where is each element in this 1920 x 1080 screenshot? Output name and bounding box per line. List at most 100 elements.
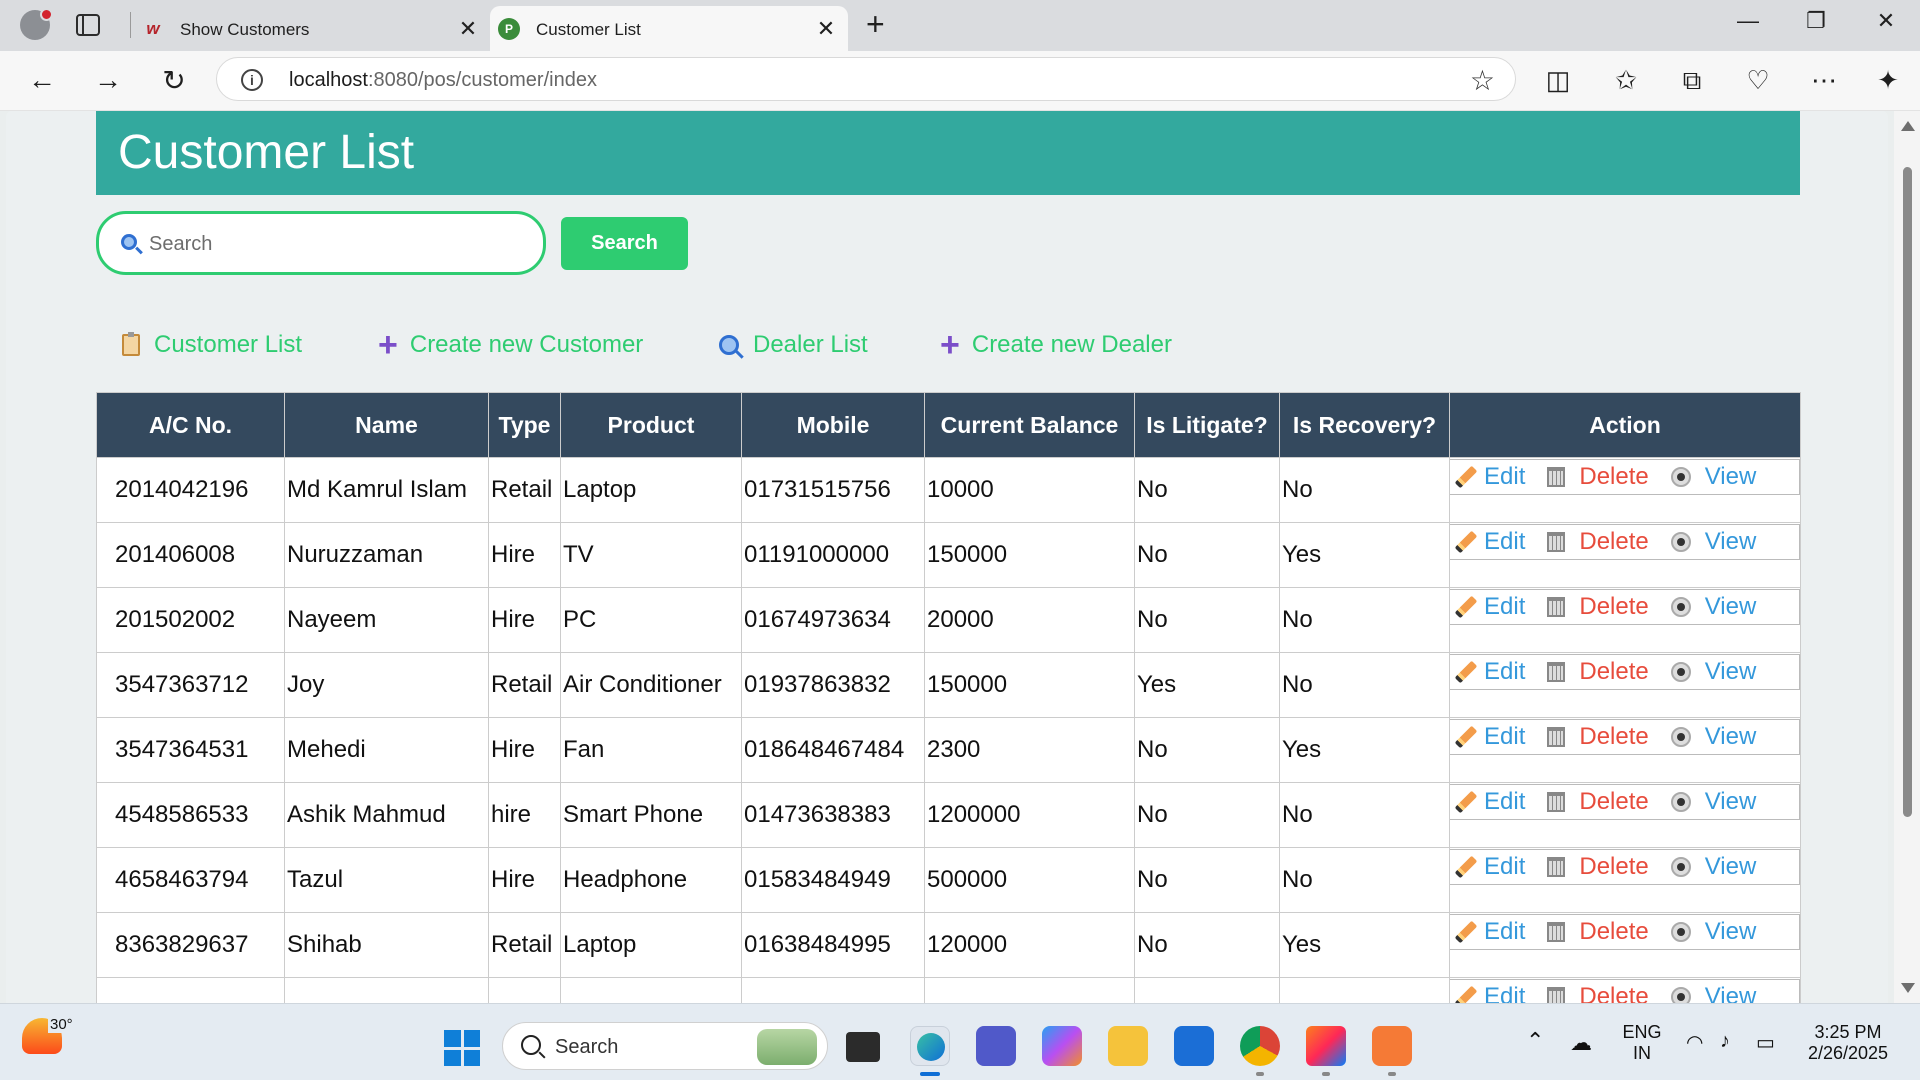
reload-icon[interactable]: ↻ [154, 64, 194, 97]
view-button[interactable]: View [1670, 658, 1756, 686]
search-box[interactable] [96, 211, 546, 275]
tab-actions-icon[interactable] [76, 14, 100, 36]
close-icon[interactable]: ✕ [456, 16, 480, 42]
edit-label: Edit [1484, 528, 1526, 555]
wifi-icon[interactable]: ◠ [1686, 1030, 1703, 1055]
view-button[interactable]: View [1670, 528, 1756, 556]
table-cell: Laptop [560, 457, 742, 523]
teams-icon[interactable] [976, 1026, 1016, 1066]
tray-overflow-icon[interactable]: ⌃ [1526, 1028, 1544, 1054]
table-cell [924, 977, 1135, 1003]
delete-label: Delete [1579, 918, 1649, 945]
nav-customer-list[interactable]: Customer List [122, 331, 302, 359]
browser-essentials-icon[interactable]: ♡ [1740, 65, 1776, 96]
edit-button[interactable]: Edit [1454, 853, 1525, 881]
clock[interactable]: 3:25 PM 2/26/2025 [1800, 1022, 1896, 1064]
delete-button[interactable]: Delete [1547, 983, 1649, 1003]
xampp-icon[interactable] [1372, 1026, 1412, 1066]
minimize-icon[interactable]: — [1728, 8, 1768, 34]
delete-button[interactable]: Delete [1547, 723, 1649, 751]
scrollbar-thumb[interactable] [1903, 167, 1912, 817]
view-button[interactable]: View [1670, 593, 1757, 621]
eye-icon [1670, 597, 1691, 617]
restore-icon[interactable]: ❐ [1796, 8, 1836, 34]
search-button[interactable]: Search [561, 217, 688, 270]
app-running-indicator [1322, 1072, 1330, 1076]
url-path: :8080/pos/customer/index [367, 69, 597, 91]
delete-button[interactable]: Delete [1547, 528, 1649, 556]
copilot-app-icon[interactable] [1042, 1026, 1082, 1066]
split-screen-icon[interactable]: ◫ [1540, 65, 1576, 96]
delete-button[interactable]: Delete [1547, 658, 1649, 686]
edit-button[interactable]: Edit [1454, 528, 1526, 556]
edit-button[interactable]: Edit [1454, 788, 1525, 816]
onedrive-icon[interactable]: ☁ [1570, 1030, 1592, 1056]
table-header-row: A/C No. Name Type Product Mobile Current… [96, 392, 1801, 458]
view-label: View [1704, 593, 1757, 620]
volume-icon[interactable]: ♪ [1720, 1030, 1730, 1053]
table-cell: 8363829637 [96, 912, 285, 978]
windows-start-icon[interactable] [444, 1030, 480, 1066]
collections-icon[interactable]: ⧉ [1674, 65, 1710, 97]
view-button[interactable]: View [1670, 983, 1756, 1003]
edit-button[interactable]: Edit [1454, 983, 1525, 1003]
view-label: View [1704, 463, 1757, 490]
scrollbar[interactable] [1894, 111, 1920, 1003]
edit-button[interactable]: Edit [1454, 463, 1525, 491]
delete-button[interactable]: Delete [1547, 918, 1649, 946]
view-button[interactable]: View [1670, 723, 1756, 751]
back-icon[interactable]: ← [22, 64, 62, 96]
microsoft-store-icon[interactable] [1174, 1026, 1214, 1066]
delete-button[interactable]: Delete [1547, 463, 1649, 491]
date: 2/26/2025 [1807, 1043, 1889, 1063]
delete-button[interactable]: Delete [1547, 788, 1649, 816]
table-cell: 1200000 [924, 782, 1135, 848]
view-button[interactable]: View [1670, 463, 1757, 491]
window-close-icon[interactable]: ✕ [1866, 8, 1906, 34]
chrome-icon[interactable] [1240, 1026, 1280, 1066]
edit-button[interactable]: Edit [1454, 918, 1525, 946]
task-view-icon[interactable] [846, 1032, 880, 1062]
tab-show-customers[interactable]: w Show Customers ✕ [134, 6, 490, 51]
table-cell: 3547364531 [96, 717, 285, 783]
view-button[interactable]: View [1670, 788, 1756, 816]
edit-button[interactable]: Edit [1454, 723, 1526, 751]
site-info-icon[interactable]: i [241, 69, 263, 91]
battery-icon[interactable]: ▭ [1756, 1030, 1775, 1055]
taskbar-search[interactable]: Search [502, 1022, 828, 1070]
favorites-icon[interactable]: ✩ [1608, 65, 1644, 96]
more-menu-icon[interactable]: ⋯ [1806, 65, 1842, 96]
language-indicator[interactable]: ENG IN [1620, 1022, 1664, 1064]
delete-button[interactable]: Delete [1547, 853, 1649, 881]
intellij-icon[interactable] [1306, 1026, 1346, 1066]
scroll-up-icon[interactable] [1901, 121, 1915, 131]
close-icon[interactable]: ✕ [814, 16, 838, 42]
search-input[interactable] [149, 228, 529, 260]
copilot-icon[interactable]: ✦ [1870, 65, 1906, 96]
eye-icon [1670, 922, 1691, 942]
weather-widget[interactable]: 30° [22, 1016, 75, 1054]
tab-customer-list[interactable]: P Customer List ✕ [490, 6, 848, 51]
edit-label: Edit [1484, 723, 1526, 750]
edge-browser-icon[interactable] [910, 1026, 950, 1066]
nav-dealer-list[interactable]: Dealer List [719, 331, 868, 359]
address-bar[interactable]: i localhost:8080/pos/customer/index ☆ [216, 57, 1516, 101]
delete-label: Delete [1579, 528, 1649, 555]
new-tab-icon[interactable]: + [866, 6, 885, 43]
edit-button[interactable]: Edit [1454, 593, 1525, 621]
nav-create-dealer[interactable]: + Create new Dealer [940, 328, 1172, 362]
nav-create-customer[interactable]: + Create new Customer [378, 328, 643, 362]
scroll-down-icon[interactable] [1901, 983, 1915, 993]
delete-button[interactable]: Delete [1547, 593, 1649, 621]
table-cell: Mehedi [284, 717, 489, 783]
view-button[interactable]: View [1670, 918, 1756, 946]
forward-icon[interactable]: → [88, 64, 128, 96]
app-running-indicator [1256, 1072, 1264, 1076]
profile-avatar-icon[interactable] [20, 8, 53, 40]
view-button[interactable]: View [1670, 853, 1756, 881]
url-text[interactable]: localhost:8080/pos/customer/index [289, 69, 597, 92]
table-cell: No [1279, 587, 1450, 653]
favorite-star-icon[interactable]: ☆ [1470, 64, 1495, 97]
file-explorer-icon[interactable] [1108, 1026, 1148, 1066]
edit-button[interactable]: Edit [1454, 658, 1525, 686]
